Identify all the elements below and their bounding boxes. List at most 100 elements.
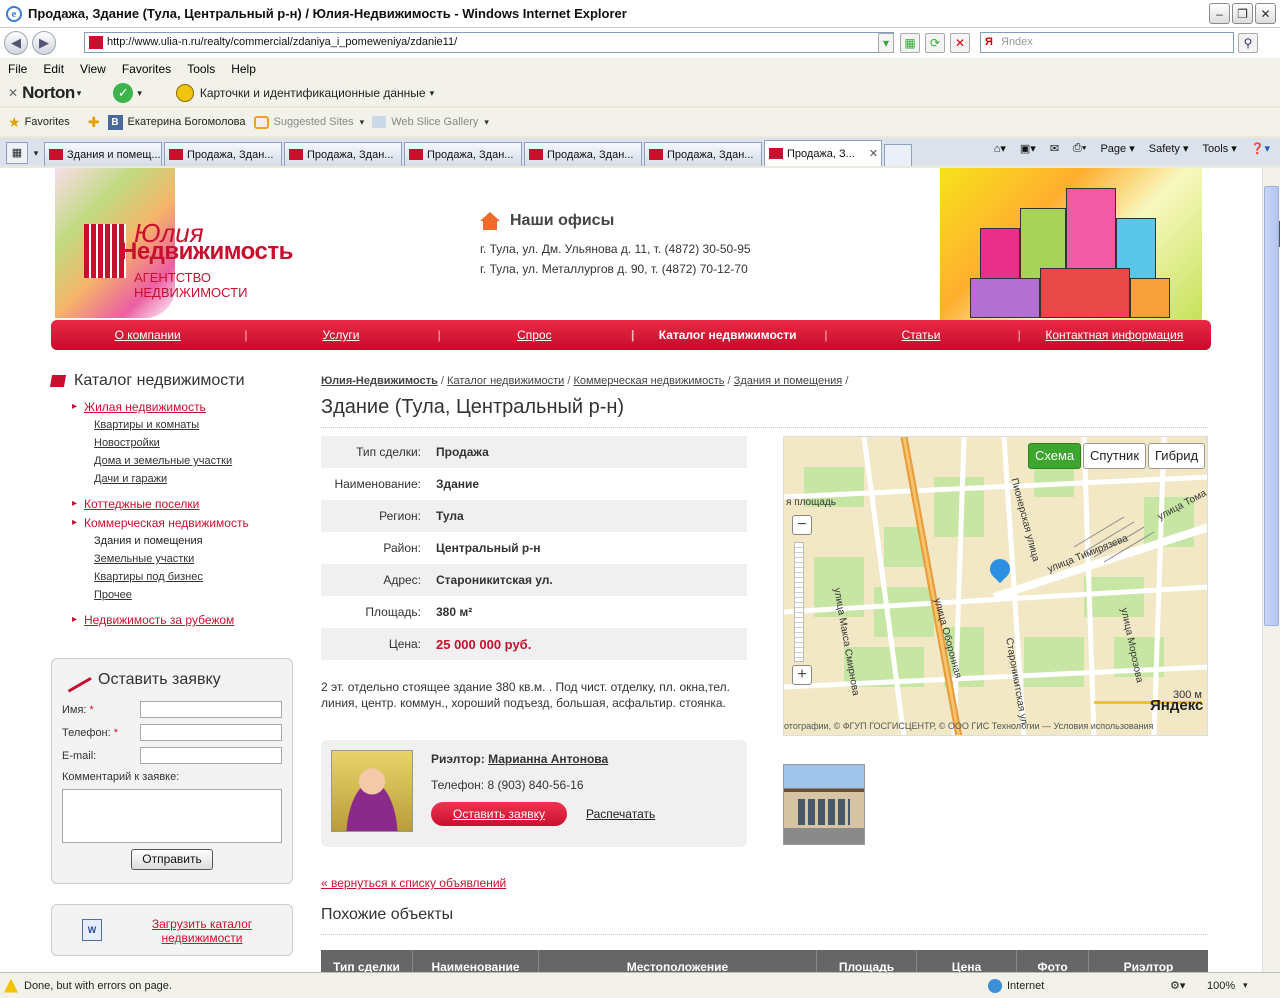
breadcrumb-buildings[interactable]: Здания и помещения	[734, 375, 843, 387]
tab-5[interactable]: Продажа, Здан...	[524, 142, 642, 166]
warning-icon[interactable]	[4, 978, 18, 993]
close-window-button[interactable]: ✕	[1255, 3, 1276, 24]
name-field[interactable]	[140, 701, 282, 718]
favorite-web-slice[interactable]: Web Slice Gallery ▾	[372, 116, 489, 128]
menu-tools[interactable]: Tools	[179, 62, 223, 76]
add-favorites-icon[interactable]: ✚	[88, 114, 100, 131]
map-copyright[interactable]: отографии, © ФГУП ГОСГИСЦЕНТР, © ООО ГИС…	[784, 721, 1207, 731]
zoom-in-button[interactable]: +	[792, 665, 812, 685]
search-go-icon[interactable]: ⚲	[1238, 33, 1258, 53]
breadcrumb-home[interactable]: Юлия-Недвижимость	[321, 375, 438, 387]
property-photo-thumbnail[interactable]	[783, 764, 865, 845]
cat-land[interactable]: Земельные участки	[94, 553, 302, 565]
tab-4[interactable]: Продажа, Здан...	[404, 142, 522, 166]
menu-file[interactable]: File	[0, 62, 35, 76]
quick-tabs-icon[interactable]: ▦	[6, 142, 28, 164]
yandex-map[interactable]: Схема Спутник Гибрид − + 300 м Яндекс от…	[783, 436, 1208, 736]
print-icon[interactable]: ⎙▾	[1073, 142, 1086, 155]
safe-web-check-icon[interactable]: ✓	[113, 83, 134, 103]
cat-cottages[interactable]: Коттеджные поселки	[72, 497, 302, 511]
submit-button[interactable]: Отправить	[131, 849, 213, 870]
cat-houses[interactable]: Дома и земельные участки	[94, 455, 302, 467]
help-icon[interactable]: ❓▾	[1251, 142, 1270, 155]
cat-dachas[interactable]: Дачи и гаражи	[94, 473, 302, 485]
menu-view[interactable]: View	[72, 62, 114, 76]
close-toolbar-icon[interactable]: ✕	[8, 86, 18, 100]
search-input[interactable]: Я Яndex	[980, 32, 1234, 53]
nav-catalog[interactable]: Каталог недвижимости	[631, 328, 824, 342]
nav-articles[interactable]: Статьи	[824, 328, 1017, 342]
download-catalog-link[interactable]: Загрузить каталог недвижимости	[142, 917, 262, 945]
favorite-suggested-sites[interactable]: Suggested Sites ▾	[253, 115, 364, 129]
phone-field[interactable]	[140, 724, 282, 741]
url-input[interactable]: http://www.ulia-n.ru/realty/commercial/z…	[84, 32, 894, 53]
vertical-scrollbar[interactable]	[1262, 168, 1280, 972]
norton-menu-arrow-icon[interactable]: ▾	[77, 88, 82, 99]
new-tab-button[interactable]	[884, 144, 912, 166]
email-field[interactable]	[140, 747, 282, 764]
back-button[interactable]: ◀	[4, 31, 28, 55]
minimize-button[interactable]: –	[1209, 3, 1230, 24]
cat-new-buildings[interactable]: Новостройки	[94, 437, 302, 449]
url-dropdown-button[interactable]: ▾	[878, 33, 894, 53]
read-mail-icon[interactable]: ✉	[1050, 142, 1059, 155]
cat-buildings[interactable]: Здания и помещения	[94, 535, 302, 547]
stop-icon[interactable]: ✕	[950, 33, 970, 53]
cat-business-apartments[interactable]: Квартиры под бизнес	[94, 571, 302, 583]
identity-cards-menu[interactable]: Карточки и идентификационные данные	[200, 86, 426, 100]
page-menu[interactable]: Page ▾	[1100, 142, 1134, 155]
scrollbar-thumb[interactable]	[1264, 186, 1280, 626]
comment-textarea[interactable]	[62, 789, 282, 843]
maximize-button[interactable]: ❐	[1232, 3, 1253, 24]
close-tab-icon[interactable]: ✕	[869, 147, 878, 160]
feeds-icon[interactable]: ▣▾	[1020, 142, 1036, 155]
house-icon	[480, 212, 500, 230]
tab-active[interactable]: Продажа, З... ✕	[764, 140, 882, 166]
nav-about[interactable]: О компании	[51, 328, 244, 342]
tab-3[interactable]: Продажа, Здан...	[284, 142, 402, 166]
map-hybrid-button[interactable]: Гибрид	[1148, 443, 1206, 469]
menu-help[interactable]: Help	[223, 62, 264, 76]
compatibility-view-icon[interactable]: ▦	[900, 33, 920, 53]
nav-contacts[interactable]: Контактная информация	[1018, 328, 1211, 342]
tab-list-arrow-icon[interactable]: ▾	[30, 142, 42, 164]
site-logo[interactable]: Юлия Недвижимость АГЕНТСТВО НЕДВИЖИМОСТИ	[84, 218, 324, 300]
map-scheme-button[interactable]: Схема	[1028, 443, 1082, 469]
tab-1[interactable]: Здания и помещ...	[44, 142, 162, 166]
cat-abroad[interactable]: Недвижимость за рубежом	[72, 613, 302, 627]
zoom-slider[interactable]	[794, 542, 804, 662]
leave-request-button[interactable]: Оставить заявку	[431, 802, 567, 826]
favorite-item-vk[interactable]: В Екатерина Богомолова	[107, 114, 246, 130]
refresh-icon[interactable]: ⟳	[925, 33, 945, 53]
nav-services[interactable]: Услуги	[244, 328, 437, 342]
zoom-out-button[interactable]: −	[792, 515, 812, 535]
favorites-button[interactable]: ★ Favorites	[8, 114, 70, 131]
tab-6[interactable]: Продажа, Здан...	[644, 142, 762, 166]
home-icon[interactable]: ⌂▾	[994, 142, 1006, 155]
zoom-dropdown-icon[interactable]: ▾	[1243, 980, 1248, 991]
cat-apartments[interactable]: Квартиры и комнаты	[94, 419, 302, 431]
map-satellite-button[interactable]: Спутник	[1083, 443, 1147, 469]
cat-commercial[interactable]: Коммерческая недвижимость	[72, 516, 302, 530]
protected-mode-icon[interactable]: ⚙▾	[1170, 979, 1185, 992]
menu-favorites[interactable]: Favorites	[114, 62, 179, 76]
menu-edit[interactable]: Edit	[35, 62, 72, 76]
cat-other[interactable]: Прочее	[94, 589, 302, 601]
nav-demand[interactable]: Спрос	[438, 328, 631, 342]
identity-arrow-icon[interactable]: ▾	[430, 88, 435, 99]
breadcrumb-commercial[interactable]: Коммерческая недвижимость	[574, 375, 725, 387]
back-to-list-link[interactable]: « вернуться к списку объявлений	[321, 876, 506, 890]
realtor-name-link[interactable]: Марианна Антонова	[488, 752, 608, 766]
yandex-logo[interactable]: Яндекс	[1150, 697, 1203, 714]
safe-web-arrow-icon[interactable]: ▾	[137, 88, 142, 99]
tab-2[interactable]: Продажа, Здан...	[164, 142, 282, 166]
print-link[interactable]: Распечатать	[586, 807, 655, 821]
breadcrumb-catalog[interactable]: Каталог недвижимости	[447, 375, 564, 387]
norton-logo[interactable]: Norton	[22, 83, 75, 103]
safety-menu[interactable]: Safety ▾	[1149, 142, 1189, 155]
tools-menu[interactable]: Tools ▾	[1203, 142, 1237, 155]
tab-label: Продажа, Здан...	[427, 148, 514, 161]
zoom-level[interactable]: 100%	[1207, 980, 1235, 992]
forward-button[interactable]: ▶	[32, 31, 56, 55]
cat-residential[interactable]: Жилая недвижимость	[72, 400, 302, 414]
